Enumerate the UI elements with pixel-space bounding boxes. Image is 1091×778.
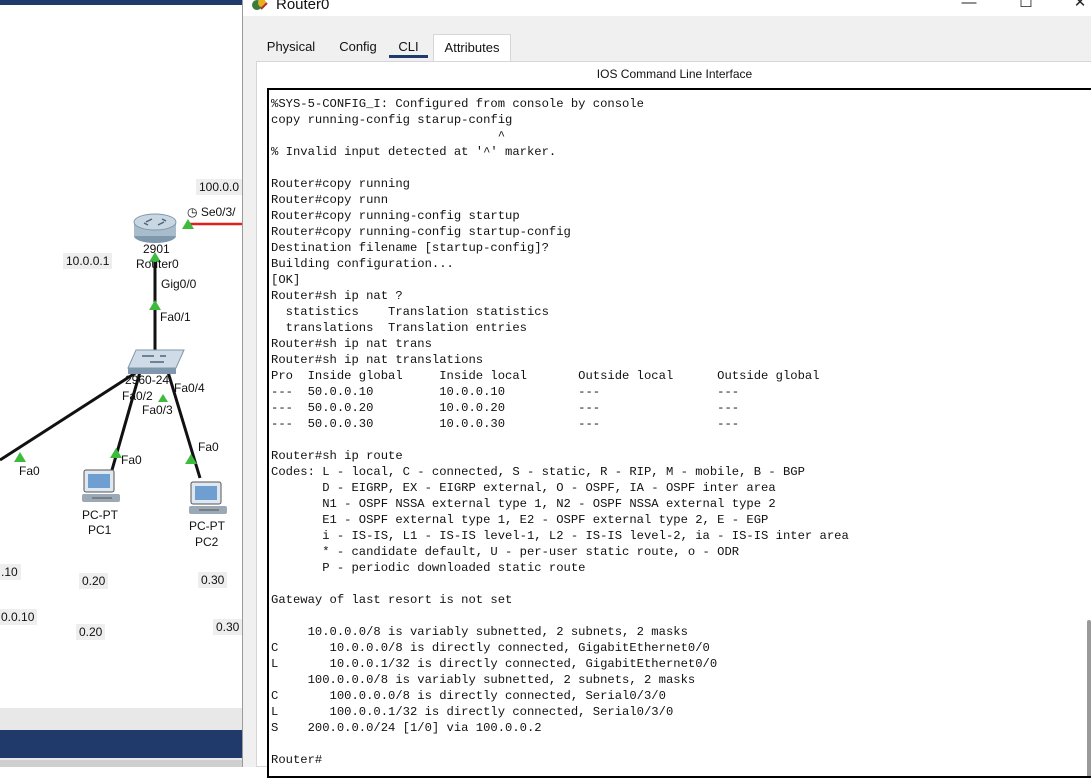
link-up-indicator [149,300,161,310]
fa01-port-label: Fa0/1 [160,310,191,324]
cli-output[interactable]: %SYS-5-CONFIG_I: Configured from console… [271,96,849,768]
device-toolbar-tabs[interactable] [0,760,242,767]
switch-icon [127,349,185,374]
pc2-name-label: PC2 [195,535,219,549]
pc2-ip-label: 0.30 [198,572,228,588]
router-name-label: Router0 [136,257,179,271]
switch-model-label: 2960-24 [125,373,170,387]
terminal-scrollbar[interactable] [1087,620,1091,776]
serial-ip-label: 100.0.0 [196,179,242,195]
window-title-bar[interactable]: Router0 — ☐ ✕ [243,0,1091,16]
cli-terminal[interactable]: %SYS-5-CONFIG_I: Configured from console… [267,88,1091,778]
tab-cli[interactable]: CLI [387,34,430,60]
active-tab-underline [389,55,428,58]
tab-attributes[interactable]: Attributes [433,34,511,61]
close-button[interactable]: ✕ [1060,0,1091,14]
window-title: Router0 [276,0,330,13]
pc1-gateway-label: 0.20 [76,624,106,640]
fa02-port-label: Fa0/2 [122,389,153,403]
pc2-type-label: PC-PT [189,519,225,533]
pc2-gateway-label: 0.30 [213,619,242,635]
router-model-label: 2901 [143,242,170,256]
pc0-gateway-label: 0.0.10 [0,609,38,625]
pc1-ip-label: 0.20 [79,573,109,589]
fa04-port-label: Fa0/4 [174,381,205,395]
cli-header: IOS Command Line Interface [596,67,753,81]
workspace-bottom-toolbar [0,708,242,767]
clock-icon: ◷ [187,205,201,219]
router0-window: Router0 — ☐ ✕ Physical Config CLI Attrib… [242,0,1091,778]
tab-physical[interactable]: Physical [256,34,326,60]
pc2-icon [189,481,227,514]
link-up-indicator [158,394,168,402]
cli-panel: IOS Command Line Interface %SYS-5-CONFIG… [256,61,1091,778]
topology-links [0,213,242,514]
pc1-port-label: Fa0 [121,453,142,467]
topology-workspace[interactable]: 100.0.0 ◷ Se0/3/ 2901 Router0 10.0.0.1 G… [0,0,242,767]
maximize-button[interactable]: ☐ [1006,0,1046,14]
device-toolbar-strip [0,730,242,758]
pc0-ip-label: .10 [0,564,21,580]
router-icon [133,213,177,243]
minimize-button[interactable]: — [949,0,989,14]
pc1-icon [82,469,120,502]
fa03-port-label: Fa0/3 [142,403,173,417]
packet-tracer-app-icon [252,0,268,10]
router-ip-label: 10.0.0.1 [63,253,113,269]
gig-port-label: Gig0/0 [161,277,197,291]
serial-port-label: ◷ Se0/3/ [187,205,236,219]
pc1-type-label: PC-PT [82,508,118,522]
pc2-port-label: Fa0 [198,440,219,454]
pc0-port-label: Fa0 [19,464,40,478]
link-up-indicator [14,452,26,462]
pc1-name-label: PC1 [88,523,112,537]
tab-config[interactable]: Config [330,34,386,60]
